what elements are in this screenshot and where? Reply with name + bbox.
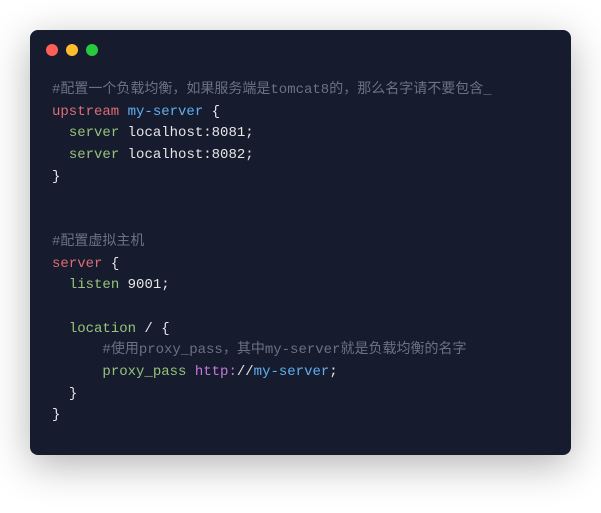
indent	[52, 386, 69, 402]
maximize-icon[interactable]	[86, 44, 98, 56]
indent	[52, 364, 102, 380]
indent	[52, 125, 69, 141]
space	[186, 364, 194, 380]
url-scheme: http:	[195, 364, 237, 380]
brace-close: }	[52, 407, 60, 423]
server-addr: localhost:8082;	[119, 147, 253, 163]
indent	[52, 321, 69, 337]
listen-port: 9001;	[119, 277, 169, 293]
server-addr: localhost:8081;	[119, 125, 253, 141]
comment-line: #使用proxy_pass，其中my-server就是负载均衡的名字	[102, 342, 466, 358]
directive-server: server	[69, 125, 119, 141]
window-titlebar	[30, 30, 571, 64]
code-block: #配置一个负载均衡，如果服务端是tomcat8的，那么名字请不要包含_ upst…	[30, 64, 571, 455]
indent	[52, 277, 69, 293]
brace-open: {	[102, 256, 119, 272]
brace-close: }	[69, 386, 77, 402]
brace-open: {	[203, 104, 220, 120]
minimize-icon[interactable]	[66, 44, 78, 56]
close-icon[interactable]	[46, 44, 58, 56]
directive-location: location	[69, 321, 136, 337]
url-host: my-server	[254, 364, 330, 380]
directive-server: server	[69, 147, 119, 163]
keyword-server: server	[52, 256, 102, 272]
comment-line: #配置一个负载均衡，如果服务端是tomcat8的，那么名字请不要包含_	[52, 82, 492, 98]
indent	[52, 147, 69, 163]
brace-open: {	[161, 321, 169, 337]
url-sep: //	[237, 364, 254, 380]
directive-listen: listen	[69, 277, 119, 293]
keyword-upstream: upstream	[52, 104, 119, 120]
upstream-name: my-server	[128, 104, 204, 120]
location-path: /	[136, 321, 161, 337]
indent	[52, 342, 102, 358]
comment-line: #配置虚拟主机	[52, 234, 144, 250]
directive-proxy-pass: proxy_pass	[102, 364, 186, 380]
brace-close: }	[52, 169, 60, 185]
semicolon: ;	[329, 364, 337, 380]
code-window: #配置一个负载均衡，如果服务端是tomcat8的，那么名字请不要包含_ upst…	[30, 30, 571, 455]
